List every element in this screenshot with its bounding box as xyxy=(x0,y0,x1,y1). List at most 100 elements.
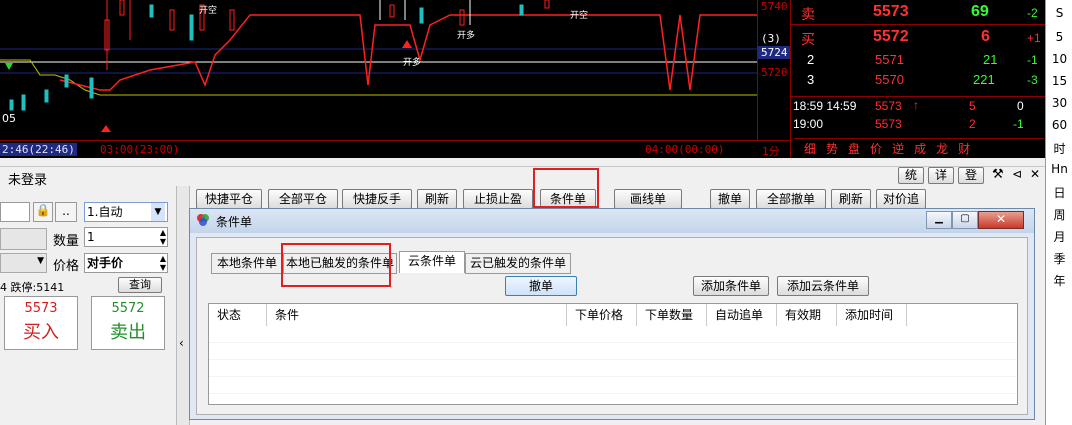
close-all-button[interactable]: 全部平仓 xyxy=(268,189,338,209)
chevron-down-icon[interactable]: ▼ xyxy=(151,203,165,221)
quote-tab[interactable]: 成 xyxy=(914,142,936,156)
line-order-button[interactable]: 画线单 xyxy=(614,189,682,209)
counter-price-chase-button[interactable]: 对价追 xyxy=(876,189,926,209)
bid-price: 5572 xyxy=(873,28,909,45)
collapse-handle[interactable]: ‹ xyxy=(176,186,190,425)
quick-close-button[interactable]: 快捷平仓 xyxy=(196,189,262,209)
tab-local-orders[interactable]: 本地条件单 xyxy=(211,253,283,274)
quote-tab[interactable]: 势 xyxy=(826,142,848,156)
price-tick: (3) xyxy=(761,32,781,45)
col-auto-chase[interactable]: 自动追单 xyxy=(707,304,777,326)
col-add-time[interactable]: 添加时间 xyxy=(837,304,907,326)
period-item[interactable]: 时 xyxy=(1046,140,1072,157)
col-order-price[interactable]: 下单价格 xyxy=(567,304,637,326)
spinner-icon[interactable]: ▲ ▼ xyxy=(160,254,166,272)
quote-panel: 卖 5573 69 -2 买 5572 6 +1 2 5571 21 -1 3 … xyxy=(790,0,1046,158)
period-item[interactable]: 季 xyxy=(1046,250,1072,267)
tab-cloud-orders[interactable]: 云条件单 xyxy=(399,251,465,273)
refresh-button-2[interactable]: 刷新 xyxy=(831,189,871,209)
browse-button[interactable]: .. xyxy=(55,202,77,222)
qty-label: 数量 xyxy=(53,234,80,249)
refresh-button[interactable]: 刷新 xyxy=(417,189,457,209)
bid-change: +1 xyxy=(1027,31,1041,45)
limit-price-text: 4 跌停:5141 xyxy=(0,281,65,294)
tick-time: 18:59 14:59 xyxy=(793,99,857,113)
depth-label: 2 xyxy=(807,52,815,67)
period-item[interactable]: 30 xyxy=(1046,96,1072,110)
maximize-icon: ▢ xyxy=(960,213,970,224)
period-item[interactable]: 日 xyxy=(1046,184,1072,201)
period-item[interactable]: 60 xyxy=(1046,118,1072,132)
app-logo-icon xyxy=(196,213,210,227)
sell-button[interactable]: 5572 卖出 xyxy=(91,296,165,350)
pin-icon[interactable]: ⊲ xyxy=(1012,167,1022,181)
col-validity[interactable]: 有效期 xyxy=(777,304,837,326)
quote-tab[interactable]: 价 xyxy=(870,142,892,156)
col-status[interactable]: 状态 xyxy=(209,304,267,326)
login-button[interactable]: 登 xyxy=(958,167,984,184)
qty-value: 1 xyxy=(87,230,95,244)
chevron-down-icon[interactable]: ▼ xyxy=(37,256,44,266)
tab-cloud-triggered[interactable]: 云已触发的条件单 xyxy=(465,253,571,274)
dialog-titlebar[interactable]: 条件单 ▁ ▢ ✕ xyxy=(190,209,1034,233)
up-arrow-icon: ↑ xyxy=(913,98,919,112)
account-input[interactable] xyxy=(0,202,30,222)
period-item[interactable]: 10 xyxy=(1046,52,1072,66)
quote-tab-list[interactable]: 细势盘价逆成龙财 xyxy=(804,140,1034,157)
maximize-button[interactable]: ▢ xyxy=(952,211,978,229)
detail-button[interactable]: 详 xyxy=(928,167,954,184)
buy-button[interactable]: 5573 买入 xyxy=(4,296,78,350)
tick-change: 0 xyxy=(1017,99,1024,113)
ask-label: 卖 xyxy=(801,6,815,22)
price-input[interactable]: 对手价 ▲ ▼ xyxy=(84,253,168,273)
col-order-qty[interactable]: 下单数量 xyxy=(637,304,707,326)
lock-icon[interactable]: 🔒 xyxy=(33,202,53,222)
period-item[interactable]: S xyxy=(1046,6,1072,20)
close-icon[interactable]: ✕ xyxy=(1030,167,1040,181)
period-item[interactable]: 年 xyxy=(1046,272,1072,289)
add-cloud-order-button[interactable]: 添加云条件单 xyxy=(777,276,869,296)
period-item[interactable]: Hn xyxy=(1046,162,1072,176)
bid-volume: 6 xyxy=(981,28,990,45)
close-button[interactable]: ✕ xyxy=(978,211,1024,229)
conditional-order-dialog: 条件单 ▁ ▢ ✕ 本地条件单 本地已触发的条件单 云条件单 云已触发的条件单 … xyxy=(189,208,1035,420)
period-item[interactable]: 月 xyxy=(1046,228,1072,245)
period-item[interactable]: 5 xyxy=(1046,30,1072,44)
tong-button[interactable]: 统 xyxy=(898,167,924,184)
cancel-order-button[interactable]: 撤单 xyxy=(710,189,750,209)
tick-price: 5573 xyxy=(875,99,902,113)
tick-row: 19:00 5573 2 -1 xyxy=(791,115,1046,137)
minimize-button[interactable]: ▁ xyxy=(926,211,952,229)
kline-chart[interactable]: 05 开空 开空 开多 开多 xyxy=(0,0,790,158)
mode-select[interactable]: 1.自动 ▼ xyxy=(84,202,168,222)
tick-volume: 2 xyxy=(969,117,976,131)
quote-tab[interactable]: 细 xyxy=(804,142,826,156)
offset-select[interactable]: ▼ xyxy=(0,253,47,273)
col-condition[interactable]: 条件 xyxy=(267,304,567,326)
dialog-cancel-button[interactable]: 撤单 xyxy=(505,276,577,296)
quote-tab[interactable]: 龙 xyxy=(936,142,958,156)
minimize-icon: ▁ xyxy=(935,213,943,224)
add-order-button[interactable]: 添加条件单 xyxy=(693,276,769,296)
tools-icon[interactable]: ⚒ xyxy=(992,167,1004,182)
order-table[interactable]: 状态 条件 下单价格 下单数量 自动追单 有效期 添加时间 xyxy=(208,303,1018,405)
buy-label: 买入 xyxy=(23,322,59,343)
period-label[interactable]: 1分 xyxy=(762,143,780,159)
cancel-all-button[interactable]: 全部撤单 xyxy=(756,189,826,209)
direction-box[interactable] xyxy=(0,228,47,250)
qty-input[interactable]: 1 ▲ ▼ xyxy=(84,227,168,247)
stop-loss-button[interactable]: 止损止盈 xyxy=(463,189,533,209)
depth-price: 5570 xyxy=(875,72,904,87)
ask-row: 卖 5573 69 -2 xyxy=(791,2,1046,25)
chevron-left-icon[interactable]: ‹ xyxy=(179,336,184,350)
spinner-icon[interactable]: ▲ ▼ xyxy=(160,228,166,246)
price-tick: 5740 xyxy=(761,0,788,13)
quick-reverse-button[interactable]: 快捷反手 xyxy=(342,189,412,209)
period-item[interactable]: 15 xyxy=(1046,74,1072,88)
period-item[interactable]: 周 xyxy=(1046,206,1072,223)
query-button[interactable]: 查询 xyxy=(118,277,162,293)
quote-tab[interactable]: 财 xyxy=(958,142,980,156)
quote-tab[interactable]: 盘 xyxy=(848,142,870,156)
chart-tag-2: 开空 xyxy=(570,11,589,21)
quote-tab[interactable]: 逆 xyxy=(892,142,914,156)
